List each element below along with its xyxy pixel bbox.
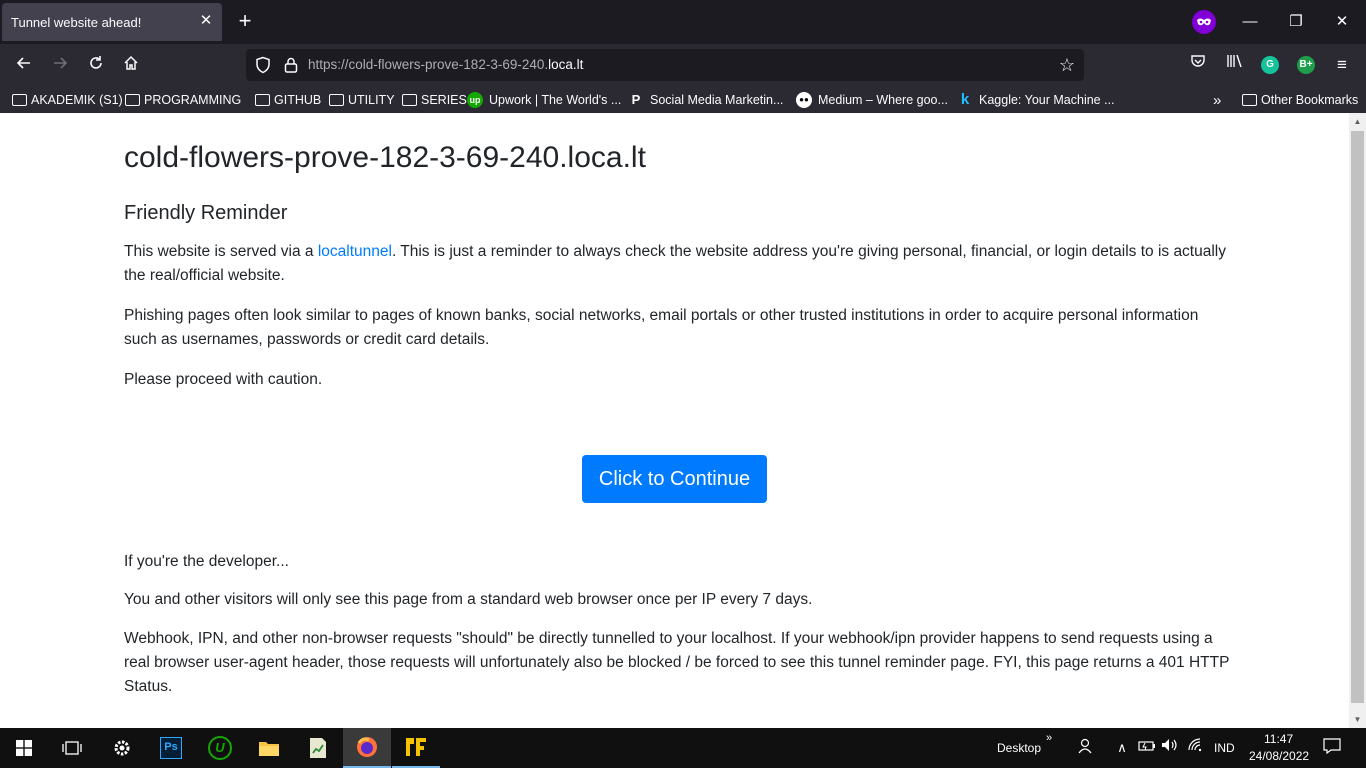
bookmark-star-icon[interactable]: ☆ [1056, 54, 1078, 76]
bookmark-upwork[interactable]: up Upwork | The World's ... [467, 90, 621, 110]
task-view-button[interactable] [48, 728, 96, 768]
upwork-icon: up [467, 92, 483, 108]
url-prefix: https://cold-flowers-prove-182-3-69-240. [308, 57, 549, 72]
bookmark-medium[interactable]: ●● Medium – Where goo... [796, 90, 948, 110]
back-button[interactable] [12, 53, 36, 77]
kaggle-icon: k [960, 91, 970, 108]
close-tab-icon[interactable]: ✕ [198, 13, 214, 29]
page-subtitle: Friendly Reminder [124, 202, 288, 224]
reminder-paragraph: This website is served via a localtunnel… [124, 243, 1226, 284]
private-browsing-icon [1192, 10, 1216, 34]
url-host: loca.lt [548, 57, 584, 72]
tracking-protection-shield-icon[interactable] [254, 56, 272, 74]
home-button[interactable] [119, 53, 143, 77]
upwork-app-icon: U [208, 736, 232, 760]
home-icon [124, 55, 138, 70]
developer-heading: If you're the developer... [124, 553, 289, 570]
volume-icon[interactable] [1160, 738, 1180, 758]
new-tab-button[interactable]: + [233, 10, 257, 34]
desktop-toolbar-chevron-icon[interactable]: » [1046, 732, 1052, 744]
battery-icon[interactable] [1137, 738, 1157, 758]
tab-bar: Tunnel website ahead! ✕ + — ❐ ✕ [0, 0, 1366, 44]
clock-time[interactable]: 11:47 [1264, 732, 1293, 746]
reload-icon [90, 56, 102, 69]
task-view-icon [62, 741, 82, 755]
reload-button[interactable] [84, 53, 108, 77]
bookmark-social-media[interactable]: P Social Media Marketin... [628, 90, 784, 110]
folder-icon [255, 94, 270, 106]
minimize-button[interactable]: — [1238, 10, 1262, 34]
page-title: cold-flowers-prove-182-3-69-240.loca.lt [124, 141, 646, 174]
notifications-icon[interactable] [1322, 738, 1342, 758]
medium-icon: ●● [796, 92, 812, 108]
developer-webhook-paragraph: Webhook, IPN, and other non-browser requ… [124, 630, 1230, 695]
close-window-button[interactable]: ✕ [1330, 10, 1354, 34]
upwork-taskbar-app[interactable]: U [196, 728, 244, 768]
show-hidden-icons-chevron-icon[interactable]: ∧ [1112, 738, 1132, 758]
photoshop-icon: Ps [160, 737, 182, 759]
bookmarks-overflow-chevron-icon[interactable]: » [1213, 90, 1221, 110]
address-bar[interactable]: https://cold-flowers-prove-182-3-69-240.… [246, 49, 1084, 81]
people-icon[interactable] [1077, 738, 1097, 758]
settings-taskbar-app[interactable] [98, 728, 146, 768]
desktop-toolbar-label[interactable]: Desktop [997, 741, 1041, 755]
restore-button[interactable]: ❐ [1284, 10, 1308, 34]
chart-document-icon [310, 738, 326, 758]
bookmark-kaggle[interactable]: k Kaggle: Your Machine ... [957, 90, 1115, 110]
vertical-scrollbar[interactable]: ▲ ▼ [1349, 113, 1366, 728]
folder-icon [1242, 94, 1257, 106]
page-viewport: cold-flowers-prove-182-3-69-240.loca.lt … [0, 113, 1349, 728]
p-icon: P [631, 92, 641, 107]
input-language-indicator[interactable]: IND [1214, 741, 1235, 755]
clock-date[interactable]: 24/08/2022 [1249, 749, 1309, 763]
bookmark-folder-series[interactable]: SERIES [402, 90, 467, 110]
developer-visit-paragraph: You and other visitors will only see thi… [124, 591, 813, 608]
gear-icon [114, 740, 130, 756]
bookmarks-toolbar: AKADEMIK (S1) PROGRAMMING GITHUB UTILITY… [0, 86, 1366, 113]
folder-icon [259, 742, 279, 756]
bookmark-folder-utility[interactable]: UTILITY [329, 90, 395, 110]
caution-paragraph: Please proceed with caution. [124, 371, 323, 388]
start-button[interactable] [0, 728, 48, 768]
back-arrow-icon [16, 57, 30, 69]
tool-taskbar-app[interactable] [392, 728, 440, 768]
folder-icon [12, 94, 27, 106]
scroll-down-arrow-icon[interactable]: ▼ [1349, 711, 1366, 728]
windows-taskbar: Ps U Desktop » ∧ IND 11:47 24/08/2022 [0, 728, 1366, 768]
navigation-toolbar: https://cold-flowers-prove-182-3-69-240.… [0, 44, 1366, 86]
continue-button[interactable]: Click to Continue [582, 455, 767, 503]
tool-app-icon [406, 738, 426, 756]
photoshop-taskbar-app[interactable]: Ps [147, 728, 195, 768]
folder-icon [329, 94, 344, 106]
grammarly-extension-icon[interactable]: G [1261, 56, 1279, 74]
wifi-icon[interactable] [1186, 738, 1206, 758]
windows-logo-icon [16, 740, 32, 756]
bookmark-folder-programming[interactable]: PROGRAMMING [125, 90, 241, 110]
firefox-taskbar-app[interactable] [343, 728, 391, 768]
tab-title: Tunnel website ahead! [11, 14, 142, 30]
bookmark-folder-akademik[interactable]: AKADEMIK (S1) [12, 90, 123, 110]
url-text[interactable]: https://cold-flowers-prove-182-3-69-240.… [308, 57, 583, 72]
folder-icon [125, 94, 140, 106]
forward-button[interactable] [48, 53, 72, 77]
spreadsheet-taskbar-app[interactable] [294, 728, 342, 768]
scroll-up-arrow-icon[interactable]: ▲ [1349, 113, 1366, 130]
scrollbar-thumb[interactable] [1351, 131, 1364, 703]
phishing-paragraph: Phishing pages often look similar to pag… [124, 307, 1199, 348]
pocket-icon[interactable] [1186, 53, 1210, 77]
library-icon[interactable] [1223, 53, 1247, 77]
other-bookmarks-folder[interactable]: Other Bookmarks [1242, 90, 1358, 110]
firefox-icon [357, 737, 377, 757]
forward-arrow-icon [54, 57, 68, 69]
menu-hamburger-icon[interactable]: ≡ [1330, 53, 1354, 77]
tab-active[interactable]: Tunnel website ahead! ✕ [2, 3, 222, 41]
localtunnel-link[interactable]: localtunnel [318, 243, 392, 260]
lock-icon[interactable] [282, 56, 300, 74]
bookmark-folder-github[interactable]: GITHUB [255, 90, 321, 110]
folder-icon [402, 94, 417, 106]
bplus-extension-icon[interactable]: B+ [1297, 56, 1315, 74]
file-explorer-taskbar-app[interactable] [245, 728, 293, 768]
